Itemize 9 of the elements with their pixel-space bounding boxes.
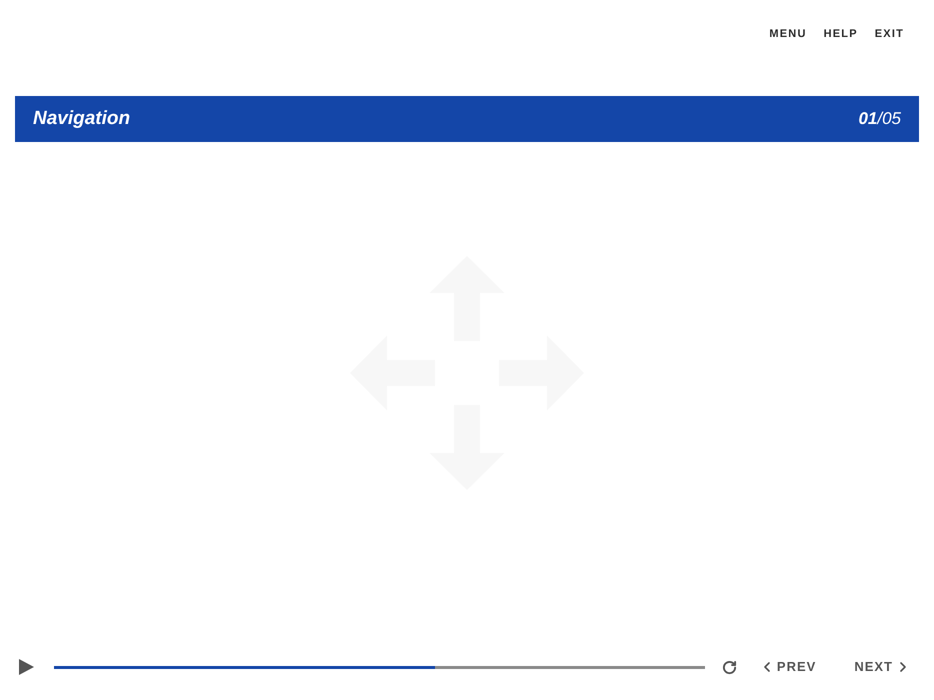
page-counter: 01/05 (858, 108, 901, 130)
next-button[interactable]: NEXT (854, 658, 911, 676)
prev-button[interactable]: PREV (758, 658, 816, 676)
page-title: Navigation (33, 107, 130, 131)
replay-icon (722, 660, 737, 674)
nav-link[interactable]: MENU (769, 26, 807, 42)
nav-link[interactable]: EXIT (874, 26, 904, 42)
progress-track[interactable] (54, 666, 705, 668)
nav-link[interactable]: HELP (824, 26, 858, 42)
